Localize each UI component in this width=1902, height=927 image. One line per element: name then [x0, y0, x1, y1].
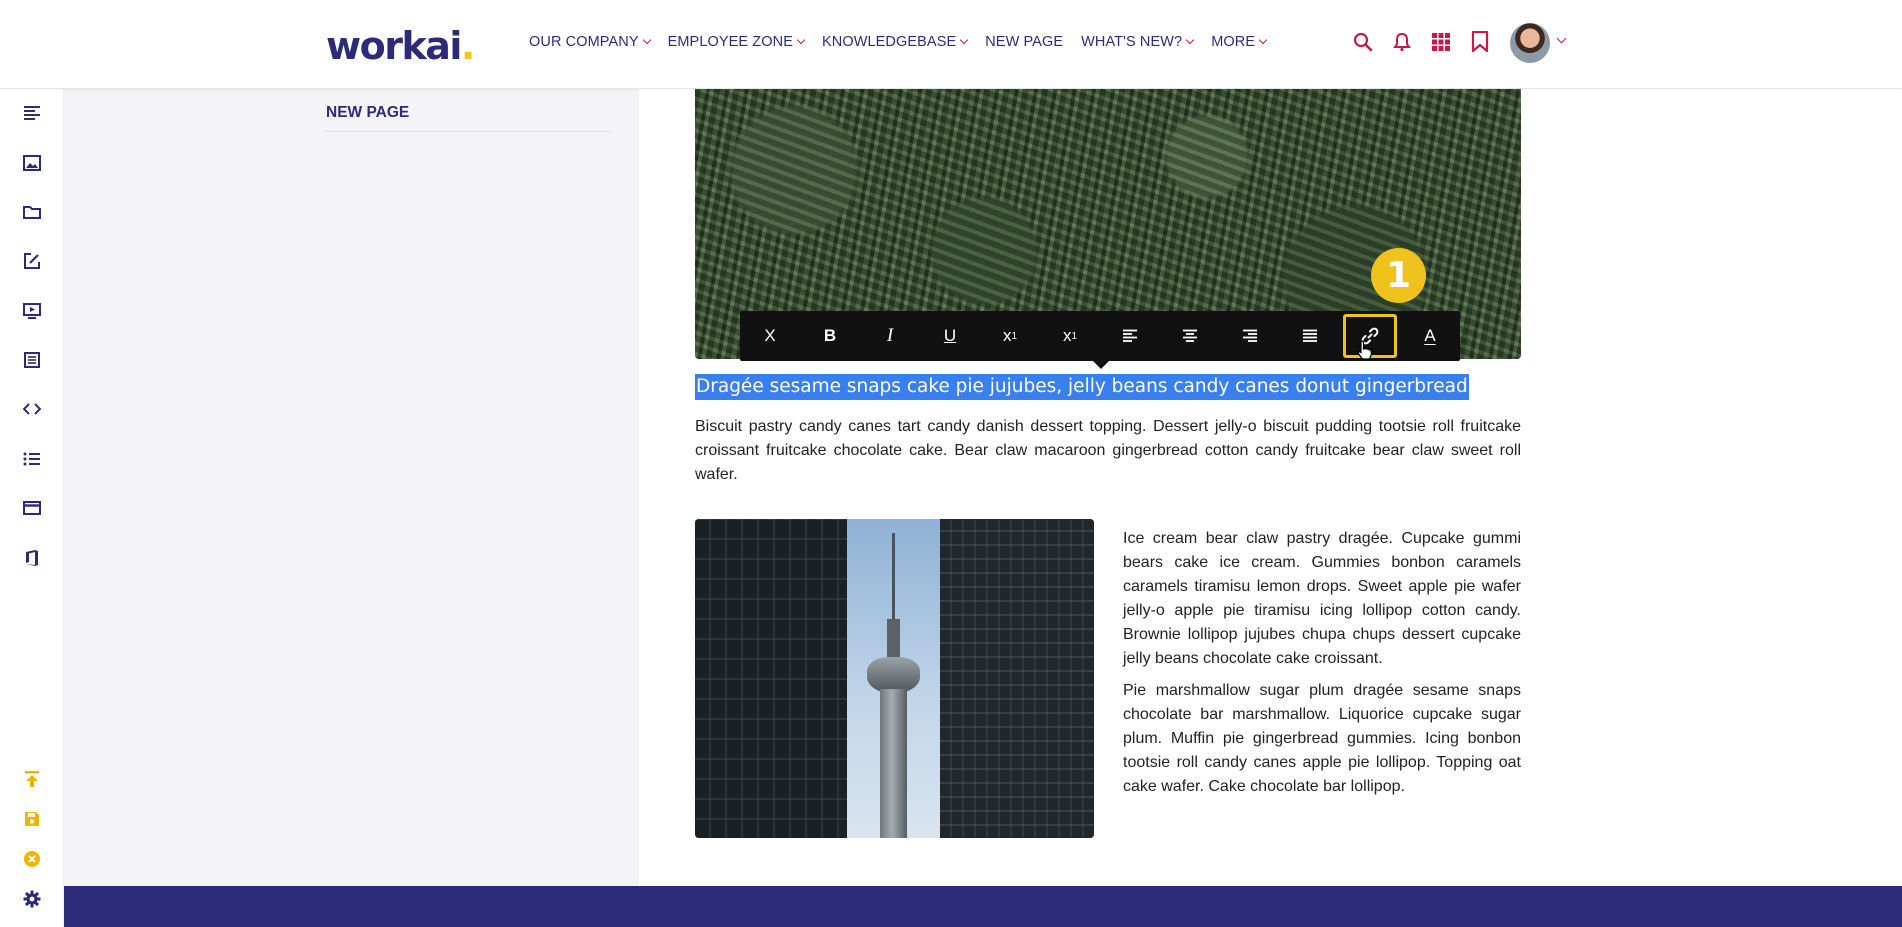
folder-icon[interactable] — [22, 202, 42, 222]
subscript-label: x — [1062, 326, 1072, 345]
top-header: workai. OUR COMPANY EMPLOYEE ZONE KNOWLE… — [0, 0, 1902, 89]
footer-band — [64, 886, 1902, 927]
bold-button[interactable]: B — [800, 311, 860, 361]
bullet-list-icon[interactable] — [22, 449, 42, 469]
bell-icon[interactable] — [1391, 31, 1413, 53]
nav-label: KNOWLEDGEBASE — [821, 34, 957, 50]
nav-label: EMPLOYEE ZONE — [667, 34, 793, 50]
chevron-down-icon[interactable] — [1556, 33, 1567, 44]
text-format-toolbar: X B I U x1 x1 A — [740, 311, 1460, 369]
justify-button[interactable] — [1280, 311, 1340, 361]
align-left-icon — [1123, 329, 1137, 342]
paragraph-right-2[interactable]: Pie marshmallow sugar plum dragée sesame… — [1123, 679, 1521, 799]
left-building — [695, 519, 847, 838]
selected-heading[interactable]: Dragée sesame snaps cake pie jujubes, je… — [695, 374, 1469, 400]
align-center-button[interactable] — [1160, 311, 1220, 361]
subscript-index: 1 — [1071, 330, 1078, 342]
save-icon[interactable] — [22, 809, 42, 829]
superscript-index: 1 — [1011, 330, 1018, 342]
logo-dot: . — [460, 24, 475, 68]
text-align-icon[interactable] — [22, 103, 42, 123]
chevron-down-icon — [1258, 35, 1268, 45]
paragraph-right-1[interactable]: Ice cream bear claw pastry dragée. Cupca… — [1123, 527, 1521, 671]
chevron-down-icon — [959, 35, 969, 45]
tower-spire — [892, 533, 895, 623]
nav-employee-zone[interactable]: EMPLOYEE ZONE — [667, 34, 806, 50]
video-icon[interactable] — [22, 301, 42, 321]
superscript-button[interactable]: x1 — [980, 311, 1040, 361]
edit-icon[interactable] — [22, 251, 42, 271]
code-icon[interactable] — [22, 399, 42, 419]
bookmark-icon[interactable] — [1469, 31, 1491, 53]
workai-logo[interactable]: workai. — [326, 24, 475, 68]
avatar[interactable] — [1510, 23, 1550, 63]
nav-our-company[interactable]: OUR COMPANY — [529, 34, 651, 50]
office-icon[interactable] — [22, 548, 42, 568]
nav-whats-new[interactable]: WHAT'S NEW? — [1081, 34, 1195, 50]
align-left-button[interactable] — [1100, 311, 1160, 361]
header-actions — [1352, 31, 1491, 53]
form-list-icon[interactable] — [22, 350, 42, 370]
tower-pod — [867, 657, 920, 693]
nav-new-page[interactable]: NEW PAGE — [985, 34, 1063, 50]
chevron-down-icon — [1185, 35, 1195, 45]
right-building — [940, 519, 1094, 838]
chevron-down-icon — [796, 35, 806, 45]
apps-grid-icon[interactable] — [1430, 31, 1452, 53]
settings-gear-icon[interactable] — [22, 889, 42, 909]
text-color-label: A — [1424, 326, 1436, 345]
justify-icon — [1303, 329, 1317, 342]
logo-text: workai — [326, 24, 462, 68]
superscript-label: x — [1002, 326, 1012, 345]
sidebar-page-title[interactable]: NEW PAGE — [326, 104, 409, 122]
search-icon[interactable] — [1352, 31, 1374, 53]
publish-upload-icon[interactable] — [22, 769, 42, 789]
editor-tool-rail — [0, 89, 64, 927]
nav-more[interactable]: MORE — [1211, 34, 1268, 50]
align-center-icon — [1183, 329, 1197, 342]
main-nav: OUR COMPANY EMPLOYEE ZONE KNOWLEDGEBASE … — [529, 34, 1284, 50]
clear-format-button[interactable]: X — [740, 311, 800, 361]
cn-tower-image — [695, 519, 1094, 838]
clear-format-label: X — [764, 326, 776, 345]
align-right-icon — [1243, 329, 1257, 342]
subscript-button[interactable]: x1 — [1040, 311, 1100, 361]
paragraph-intro[interactable]: Biscuit pastry candy canes tart candy da… — [695, 415, 1521, 487]
underline-label: U — [943, 326, 957, 345]
nav-label: WHAT'S NEW? — [1081, 34, 1183, 50]
window-icon[interactable] — [22, 498, 42, 518]
step-number-badge: 1 — [1371, 248, 1426, 303]
page-sidebar-panel — [64, 89, 639, 886]
align-right-button[interactable] — [1220, 311, 1280, 361]
image-icon[interactable] — [22, 153, 42, 173]
tower-mast — [887, 619, 900, 659]
tower-stem — [880, 689, 907, 838]
bold-label: B — [823, 326, 837, 345]
hand-cursor-icon — [1357, 340, 1373, 365]
italic-button[interactable]: I — [860, 311, 920, 361]
text-color-button[interactable]: A — [1400, 311, 1460, 361]
chevron-down-icon — [642, 35, 651, 45]
cancel-icon[interactable] — [22, 849, 42, 869]
nav-label: MORE — [1211, 34, 1256, 50]
nav-label: NEW PAGE — [985, 34, 1064, 50]
italic-label: I — [886, 325, 894, 346]
underline-button[interactable]: U — [920, 311, 980, 361]
nav-knowledgebase[interactable]: KNOWLEDGEBASE — [821, 34, 969, 50]
nav-label: OUR COMPANY — [529, 34, 639, 50]
sidebar-divider — [326, 131, 611, 132]
